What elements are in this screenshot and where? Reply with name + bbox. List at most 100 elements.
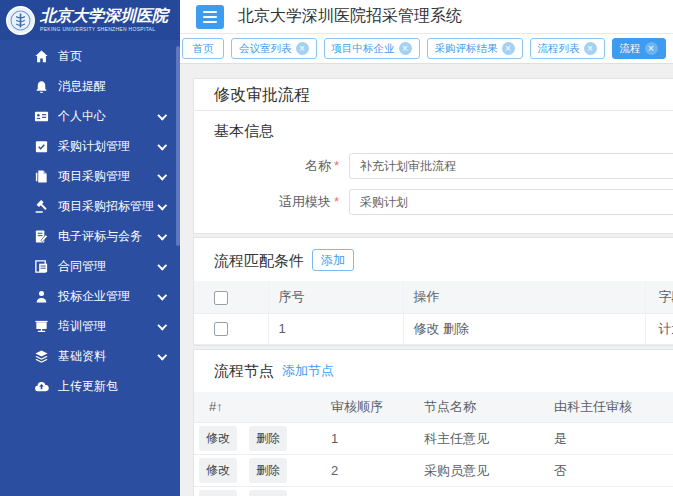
- sidebar-item-home[interactable]: 首页: [0, 41, 180, 71]
- modify-button[interactable]: 修改: [199, 426, 237, 451]
- col-name: 节点名称: [409, 392, 539, 423]
- col-hash-sort[interactable]: #↑: [194, 392, 316, 423]
- tab-evaluation-results[interactable]: 采购评标结果×: [427, 38, 523, 59]
- close-icon[interactable]: ×: [645, 42, 658, 55]
- document-copy-icon: [33, 168, 49, 184]
- hospital-logo-icon: [5, 5, 36, 36]
- sidebar-item-training[interactable]: 培训管理: [0, 311, 180, 341]
- sidebar: 北京大学深圳医院 PEKING UNIVERSITY SHENZHEN HOSP…: [0, 0, 180, 496]
- chevron-down-icon: [157, 261, 166, 270]
- select-all-checkbox[interactable]: [214, 291, 228, 305]
- chevron-down-icon: [157, 321, 166, 330]
- tab-process-list[interactable]: 流程列表×: [530, 38, 605, 59]
- conditions-card: 流程匹配条件 添加 序号 操作 字段 1 修改 删除 计划类型: [193, 237, 673, 346]
- top-header: 北京大学深圳医院招采管理系统: [180, 0, 673, 34]
- add-condition-button[interactable]: 添加: [312, 249, 354, 271]
- clipboard-check-icon: [33, 138, 49, 154]
- name-label: 名称*: [214, 157, 339, 175]
- presentation-icon: [33, 318, 49, 334]
- name-input[interactable]: 补充计划审批流程: [349, 153, 673, 179]
- node-name: 采购员意见: [409, 455, 539, 487]
- node-order: 2: [316, 455, 409, 487]
- required-asterisk: *: [334, 158, 339, 173]
- main-area: 北京大学深圳医院招采管理系统 首页 会议室列表× 项目中标企业× 采购评标结果×…: [180, 0, 673, 496]
- tab-winning-bidders[interactable]: 项目中标企业×: [324, 38, 420, 59]
- modify-button[interactable]: 修改: [199, 458, 237, 483]
- node-name: 科主任意见: [409, 423, 539, 455]
- sidebar-item-messages[interactable]: 消息提醒: [0, 71, 180, 101]
- sidebar-scrollbar[interactable]: [176, 46, 180, 246]
- sidebar-item-profile[interactable]: 个人中心: [0, 101, 180, 131]
- node-row: 修改删除 2 采购员意见 否: [194, 455, 673, 487]
- node-dept: 是: [539, 423, 673, 455]
- conditions-table: 序号 操作 字段 1 修改 删除 计划类型: [194, 281, 673, 345]
- nodes-card: 流程节点 添加节点 #↑ 审核顺序 节点名称 由科主任审核 修改删除 1 科主任…: [193, 349, 673, 496]
- chevron-down-icon: [157, 111, 166, 120]
- hospital-logo-band: 北京大学深圳医院 PEKING UNIVERSITY SHENZHEN HOSP…: [0, 0, 180, 40]
- sidebar-item-project-procurement[interactable]: 项目采购管理: [0, 161, 180, 191]
- col-order: 审核顺序: [316, 392, 409, 423]
- hospital-name-en: PEKING UNIVERSITY SHENZHEN HOSPITAL: [40, 26, 168, 32]
- sidebar-item-bidder-management[interactable]: 投标企业管理: [0, 281, 180, 311]
- delete-button[interactable]: 删除: [249, 426, 287, 451]
- col-field: 字段: [645, 281, 673, 313]
- main-form-card: 修改审批流程 基本信息 名称* 补充计划审批流程 适用模块* 采购计划: [193, 78, 673, 234]
- sidebar-item-procurement-plan[interactable]: 采购计划管理: [0, 131, 180, 161]
- gavel-icon: [33, 198, 49, 214]
- user-icon: [33, 288, 49, 304]
- delete-button[interactable]: 删除: [249, 458, 287, 483]
- chevron-down-icon: [157, 171, 166, 180]
- add-node-link[interactable]: 添加节点: [282, 362, 334, 380]
- node-dept: 否: [539, 455, 673, 487]
- chevron-down-icon: [157, 201, 166, 210]
- required-asterisk: *: [334, 194, 339, 209]
- nodes-title: 流程节点: [214, 362, 274, 379]
- condition-actions[interactable]: 修改 删除: [403, 313, 645, 344]
- tab-meeting-rooms[interactable]: 会议室列表×: [231, 38, 317, 59]
- home-icon: [33, 48, 49, 64]
- col-action: 操作: [403, 281, 645, 313]
- tab-bar: 首页 会议室列表× 项目中标企业× 采购评标结果× 流程列表× 流程×: [180, 34, 673, 64]
- basic-info-section: 基本信息 名称* 补充计划审批流程 适用模块* 采购计划: [194, 111, 673, 233]
- cloud-upload-icon: [33, 378, 49, 394]
- basic-info-title: 基本信息: [214, 122, 673, 139]
- page-title: 修改审批流程: [194, 79, 673, 111]
- sidebar-item-base-data[interactable]: 基础资料: [0, 341, 180, 371]
- close-icon[interactable]: ×: [584, 42, 597, 55]
- id-card-icon: [33, 108, 49, 124]
- bell-icon: [33, 78, 49, 94]
- row-checkbox[interactable]: [214, 322, 228, 336]
- chevron-down-icon: [157, 141, 166, 150]
- col-dept-review: 由科主任审核: [539, 392, 673, 423]
- node-name: [409, 487, 539, 496]
- condition-row: 1 修改 删除 计划类型: [194, 313, 673, 344]
- close-icon[interactable]: ×: [502, 42, 515, 55]
- modify-button[interactable]: 修改: [199, 490, 237, 496]
- node-row: 修改 删除: [194, 487, 673, 496]
- chevron-down-icon: [157, 351, 166, 360]
- sidebar-item-bidding-management[interactable]: 项目采购招标管理: [0, 191, 180, 221]
- node-dept: [539, 487, 673, 496]
- contract-icon: [33, 258, 49, 274]
- conditions-title: 流程匹配条件: [214, 252, 304, 269]
- condition-field: 计划类型: [645, 313, 673, 344]
- file-edit-icon: [33, 228, 49, 244]
- app-title: 北京大学深圳医院招采管理系统: [238, 6, 462, 27]
- chevron-down-icon: [157, 291, 166, 300]
- close-icon[interactable]: ×: [296, 42, 309, 55]
- module-select[interactable]: 采购计划: [349, 189, 673, 215]
- tab-process[interactable]: 流程×: [612, 38, 666, 59]
- sidebar-item-evaluation[interactable]: 电子评标与会务: [0, 221, 180, 251]
- module-label: 适用模块*: [214, 193, 339, 211]
- sidebar-menu: 首页 消息提醒 个人中心 采购计划管理 项目采购管理 项目采购招标管理: [0, 40, 180, 401]
- sidebar-item-contracts[interactable]: 合同管理: [0, 251, 180, 281]
- page-content: 修改审批流程 基本信息 名称* 补充计划审批流程 适用模块* 采购计划 流程匹配…: [180, 64, 673, 496]
- tab-home[interactable]: 首页: [182, 38, 224, 59]
- layers-icon: [33, 348, 49, 364]
- sidebar-item-upload-package[interactable]: 上传更新包: [0, 371, 180, 401]
- close-icon[interactable]: ×: [399, 42, 412, 55]
- chevron-down-icon: [157, 231, 166, 240]
- delete-button[interactable]: 删除: [249, 490, 287, 496]
- hospital-name: 北京大学深圳医院: [40, 8, 168, 25]
- menu-toggle-button[interactable]: [196, 5, 224, 29]
